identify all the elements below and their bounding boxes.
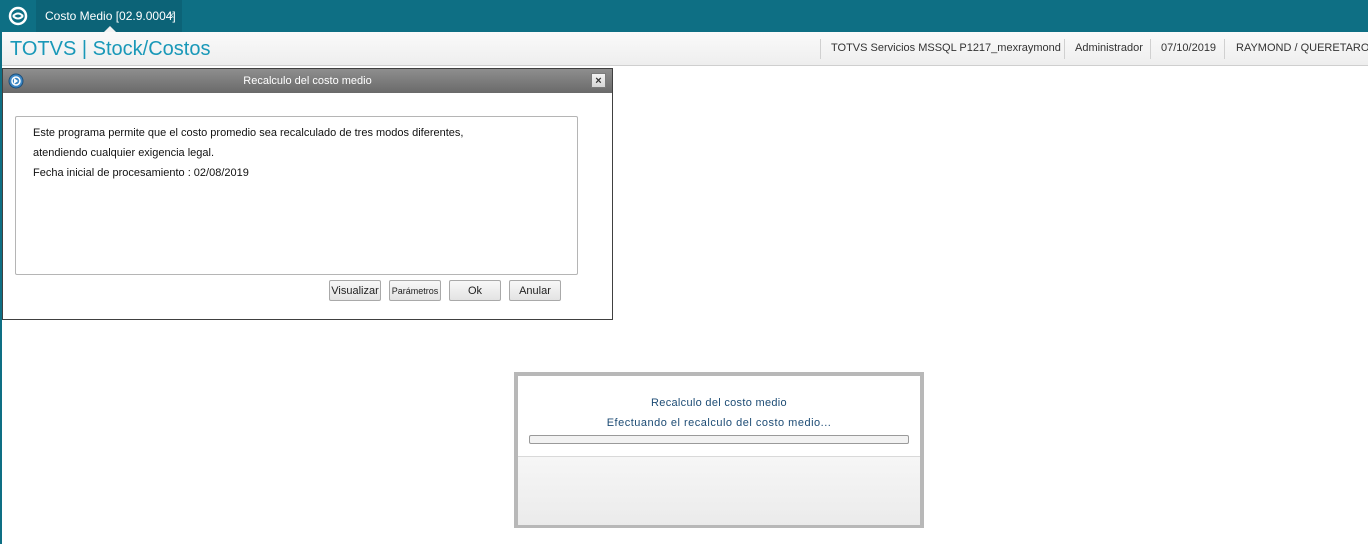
progress-title: Recalculo del costo medio <box>651 397 787 409</box>
progress-dialog: Recalculo del costo medio Efectuando el … <box>514 372 924 528</box>
header-divider <box>820 39 821 59</box>
progress-message: Efectuando el recalculo del costo medio.… <box>606 417 832 429</box>
dialog-titlebar[interactable]: Recalculo del costo medio × <box>3 69 612 93</box>
progress-bar <box>529 435 909 444</box>
page-title: TOTVS | Stock/Costos <box>10 38 211 60</box>
totvs-logo-icon[interactable] <box>6 4 30 28</box>
progress-panel: Recalculo del costo medio Efectuando el … <box>518 376 920 525</box>
date-label: 07/10/2019 <box>1161 42 1217 54</box>
description-line: Este programa permite que el costo prome… <box>33 127 464 139</box>
progress-footer <box>518 456 920 525</box>
parametros-button[interactable]: Parámetros <box>389 280 441 301</box>
recalculo-dialog: Recalculo del costo medio × Este program… <box>2 68 613 320</box>
anular-button[interactable]: Anular <box>509 280 561 301</box>
description-box: Este programa permite que el costo prome… <box>15 116 578 275</box>
close-button[interactable]: × <box>591 73 606 88</box>
app-header: TOTVS | Stock/Costos TOTVS Servicios MSS… <box>2 32 1368 66</box>
environment-label: TOTVS Servicios MSSQL P1217_mexraymond <box>831 42 1061 54</box>
visualizar-button[interactable]: Visualizar <box>329 280 381 301</box>
header-divider <box>1064 39 1065 59</box>
user-label: Administrador <box>1075 42 1143 54</box>
header-divider <box>1224 39 1225 59</box>
branch-label: RAYMOND / QUERETARO <box>1236 42 1368 54</box>
start-date-line: Fecha inicial de procesamiento : 02/08/2… <box>33 167 249 179</box>
header-divider <box>1150 39 1151 59</box>
tab-close-button[interactable]: × <box>168 0 174 32</box>
top-bar: Costo Medio [02.9.0004] × <box>0 0 1368 32</box>
description-line: atendiendo cualquier exigencia legal. <box>33 147 215 159</box>
tab-costo-medio[interactable]: Costo Medio [02.9.0004] × <box>36 0 182 32</box>
dialog-title: Recalculo del costo medio <box>243 75 372 87</box>
ok-button[interactable]: Ok <box>449 280 501 301</box>
